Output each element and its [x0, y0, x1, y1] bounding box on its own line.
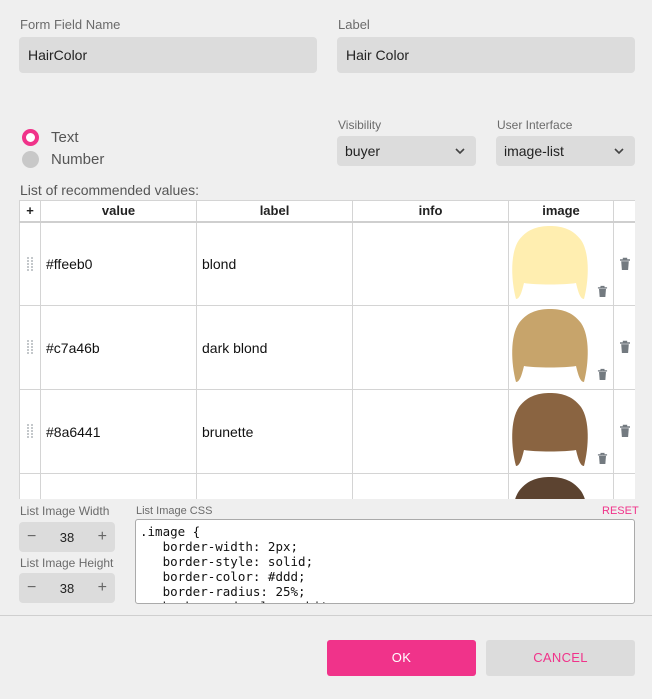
user-interface-value: image-list	[504, 143, 564, 159]
drag-handle-icon	[26, 423, 34, 442]
column-header-actions	[613, 200, 635, 223]
table-row	[19, 473, 635, 499]
image-height-decrement-button[interactable]: −	[27, 579, 36, 597]
hair-swatch-image	[512, 225, 588, 299]
label-cell[interactable]: dark blond	[196, 305, 353, 390]
visibility-select[interactable]: buyer	[337, 136, 476, 166]
user-interface-label: User Interface	[497, 118, 573, 132]
user-interface-select[interactable]: image-list	[496, 136, 635, 166]
drag-handle[interactable]	[19, 305, 41, 390]
drag-handle[interactable]	[19, 389, 41, 474]
list-title: List of recommended values:	[20, 182, 199, 198]
trash-icon[interactable]	[597, 452, 608, 468]
table-row: #ffeeb0 blond	[19, 221, 635, 306]
image-height-increment-button[interactable]: +	[98, 579, 107, 597]
trash-icon[interactable]	[619, 424, 631, 441]
image-width-value[interactable]: 38	[60, 530, 74, 545]
label-cell[interactable]: blond	[196, 221, 353, 306]
value-cell[interactable]: #8a6441	[40, 389, 197, 474]
column-header-image: image	[508, 200, 614, 223]
image-height-value[interactable]: 38	[60, 581, 74, 596]
drag-handle-icon	[26, 339, 34, 358]
form-field-name-label: Form Field Name	[20, 17, 121, 32]
image-cell[interactable]	[508, 389, 614, 474]
image-width-stepper: − 38 +	[19, 522, 115, 552]
image-css-label: List Image CSS	[136, 505, 213, 517]
drag-handle[interactable]	[19, 473, 41, 499]
label-input[interactable]: Hair Color	[337, 37, 635, 73]
label-cell[interactable]	[196, 473, 353, 499]
visibility-label: Visibility	[338, 118, 382, 132]
info-cell[interactable]	[352, 305, 509, 390]
radio-number-label: Number	[51, 151, 105, 168]
label-cell[interactable]: brunette	[196, 389, 353, 474]
trash-icon[interactable]	[619, 257, 631, 274]
trash-icon[interactable]	[619, 340, 631, 357]
form-field-name-input[interactable]: HairColor	[19, 37, 317, 73]
image-width-decrement-button[interactable]: −	[27, 528, 36, 546]
image-width-increment-button[interactable]: +	[98, 528, 107, 546]
drag-handle[interactable]	[19, 221, 41, 306]
trash-icon[interactable]	[597, 368, 608, 384]
table-row: #c7a46b dark blond	[19, 305, 635, 390]
drag-handle-icon	[26, 256, 34, 275]
radio-number[interactable]: Number	[22, 151, 104, 168]
image-cell[interactable]	[508, 473, 614, 499]
value-cell[interactable]: #ffeeb0	[40, 221, 197, 306]
reset-button[interactable]: RESET	[602, 505, 639, 517]
image-cell[interactable]	[508, 305, 614, 390]
label-field-label: Label	[338, 17, 370, 32]
trash-icon[interactable]	[597, 285, 608, 301]
radio-number-indicator[interactable]	[22, 151, 39, 168]
radio-text[interactable]: Text	[22, 129, 79, 146]
column-header-info: info	[352, 200, 509, 223]
hair-swatch-image	[512, 393, 588, 466]
values-table-container[interactable]: + value label info image #ffeeb0 blond #c7…	[19, 200, 635, 499]
chevron-down-icon	[614, 148, 624, 155]
hair-swatch-image	[515, 477, 585, 499]
column-header-value: value	[40, 200, 197, 223]
delete-row-cell	[613, 473, 635, 499]
hair-swatch-image	[512, 309, 588, 382]
delete-row-cell	[613, 305, 635, 390]
image-width-label: List Image Width	[20, 504, 110, 518]
image-cell[interactable]	[508, 221, 614, 306]
radio-text-indicator[interactable]	[22, 129, 39, 146]
table-row: #8a6441 brunette	[19, 389, 635, 474]
visibility-value: buyer	[345, 143, 381, 159]
values-table: + value label info image #ffeeb0 blond #c7…	[19, 200, 635, 499]
radio-text-label: Text	[51, 129, 79, 146]
delete-row-cell	[613, 221, 635, 306]
info-cell[interactable]	[352, 221, 509, 306]
value-cell[interactable]: #c7a46b	[40, 305, 197, 390]
info-cell[interactable]	[352, 389, 509, 474]
delete-row-cell	[613, 389, 635, 474]
image-height-stepper: − 38 +	[19, 573, 115, 603]
image-height-label: List Image Height	[20, 556, 114, 570]
column-header-label: label	[196, 200, 353, 223]
add-row-button[interactable]: +	[19, 200, 41, 223]
value-cell[interactable]	[40, 473, 197, 499]
cancel-button[interactable]: CANCEL	[486, 640, 635, 676]
ok-button[interactable]: OK	[327, 640, 476, 676]
chevron-down-icon	[455, 148, 465, 155]
image-css-textarea[interactable]: .image { border-width: 2px; border-style…	[135, 519, 635, 604]
info-cell[interactable]	[352, 473, 509, 499]
footer-divider	[0, 615, 652, 616]
